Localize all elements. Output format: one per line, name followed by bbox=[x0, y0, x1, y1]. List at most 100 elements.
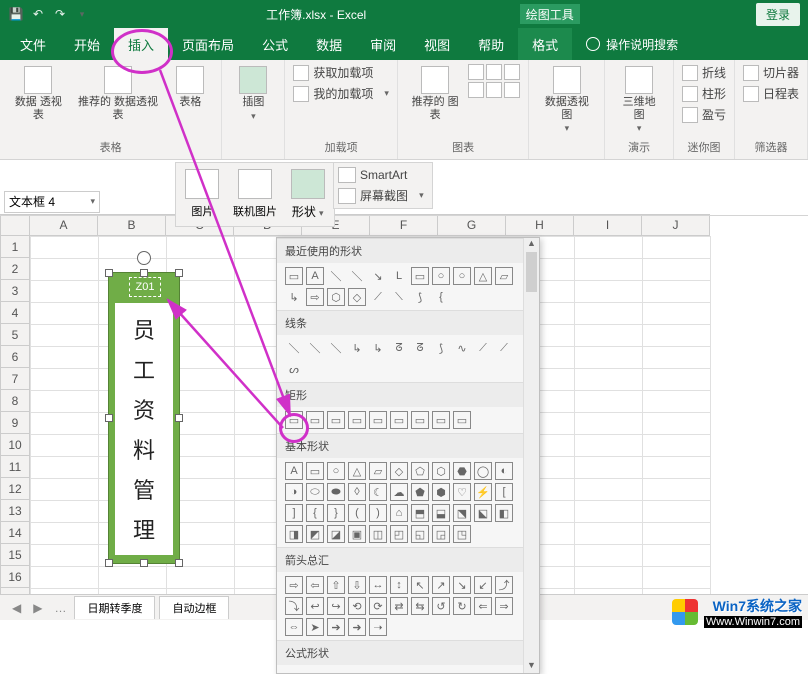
shape-option[interactable]: ↪ bbox=[327, 597, 345, 615]
shape-option[interactable]: ◇ bbox=[390, 462, 408, 480]
shape-option[interactable]: ᔕ bbox=[285, 360, 303, 378]
shape-option[interactable]: { bbox=[432, 288, 450, 306]
picture-button[interactable]: 图片 bbox=[176, 163, 229, 226]
shape-option[interactable]: ➝ bbox=[369, 618, 387, 636]
shape-option[interactable]: { bbox=[306, 504, 324, 522]
shape-option[interactable]: ▭ bbox=[306, 462, 324, 480]
row-header[interactable]: 5 bbox=[0, 324, 30, 346]
name-box[interactable]: 文本框 4▾ bbox=[4, 191, 100, 213]
sheet-tab-1[interactable]: 日期转季度 bbox=[74, 596, 155, 619]
3d-map-button[interactable]: 三维地 图▾ bbox=[613, 64, 665, 136]
shape-option[interactable]: ⚡ bbox=[474, 483, 492, 501]
row-header[interactable]: 16 bbox=[0, 566, 30, 588]
shape-option[interactable]: ➔ bbox=[327, 618, 345, 636]
shape-option[interactable]: ⇄ bbox=[390, 597, 408, 615]
shape-option[interactable]: ◐ bbox=[495, 462, 513, 480]
shape-option[interactable]: ↗ bbox=[432, 576, 450, 594]
shape-option[interactable]: ▣ bbox=[348, 525, 366, 543]
shape-option[interactable]: A bbox=[306, 267, 324, 285]
row-header[interactable]: 4 bbox=[0, 302, 30, 324]
shape-option[interactable]: ↺ bbox=[432, 597, 450, 615]
shape-option[interactable]: ⟋ bbox=[369, 288, 387, 306]
shape-option[interactable]: ⬒ bbox=[411, 504, 429, 522]
resize-handle[interactable] bbox=[175, 559, 183, 567]
screenshot-button[interactable]: 屏幕截图 ▾ bbox=[338, 187, 428, 204]
shape-option[interactable]: ◩ bbox=[306, 525, 324, 543]
tab-layout[interactable]: 页面布局 bbox=[168, 28, 248, 60]
shape-option[interactable]: ⇨ bbox=[306, 288, 324, 306]
shape-option[interactable]: ◫ bbox=[369, 525, 387, 543]
shape-option[interactable]: } bbox=[327, 504, 345, 522]
shape-option[interactable]: ⬔ bbox=[453, 504, 471, 522]
shape-option[interactable]: ⬬ bbox=[327, 483, 345, 501]
shape-option[interactable]: ᘔ bbox=[390, 339, 408, 357]
resize-handle[interactable] bbox=[105, 414, 113, 422]
resize-handle[interactable] bbox=[175, 269, 183, 277]
shape-option[interactable]: ▭ bbox=[369, 411, 387, 429]
chart-icon[interactable] bbox=[504, 82, 520, 98]
shape-option[interactable]: ⤴ bbox=[495, 576, 513, 594]
sheet-nav-prev-icon[interactable]: ◀ bbox=[8, 601, 25, 615]
shape-option[interactable]: ▭ bbox=[306, 411, 324, 429]
my-addins-button[interactable]: 我的加载项 ▾ bbox=[293, 85, 389, 102]
shape-option[interactable]: ▭ bbox=[453, 411, 471, 429]
sheet-nav-next-icon[interactable]: ▶ bbox=[29, 601, 46, 615]
shape-option[interactable]: ◪ bbox=[327, 525, 345, 543]
column-header[interactable]: J bbox=[642, 214, 710, 236]
shape-option[interactable]: ) bbox=[369, 504, 387, 522]
row-header[interactable]: 6 bbox=[0, 346, 30, 368]
shape-option[interactable]: ⟆ bbox=[411, 288, 429, 306]
tab-insert[interactable]: 插入 bbox=[114, 28, 168, 60]
chart-icon[interactable] bbox=[468, 64, 484, 80]
shape-option[interactable]: ▭ bbox=[327, 411, 345, 429]
resize-handle[interactable] bbox=[140, 559, 148, 567]
shape-option[interactable]: ⟋ bbox=[495, 339, 513, 357]
shape-option[interactable]: ⬭ bbox=[306, 483, 324, 501]
shape-option[interactable]: ＼ bbox=[327, 267, 345, 285]
resize-handle[interactable] bbox=[105, 269, 113, 277]
shape-option[interactable]: ○ bbox=[327, 462, 345, 480]
slicer-button[interactable]: 切片器 bbox=[743, 64, 799, 81]
tab-format[interactable]: 格式 bbox=[518, 28, 572, 60]
recommended-charts-button[interactable]: 推荐的 图表 bbox=[406, 64, 464, 123]
tab-formula[interactable]: 公式 bbox=[248, 28, 302, 60]
row-header[interactable]: 7 bbox=[0, 368, 30, 390]
row-header[interactable]: 9 bbox=[0, 412, 30, 434]
online-picture-button[interactable]: 联机图片 bbox=[229, 163, 282, 226]
shape-option[interactable]: ▭ bbox=[285, 267, 303, 285]
shape-option[interactable]: ♡ bbox=[453, 483, 471, 501]
row-header[interactable]: 2 bbox=[0, 258, 30, 280]
sparkline-line-button[interactable]: 折线 bbox=[682, 64, 726, 81]
shape-option[interactable]: ⬣ bbox=[453, 462, 471, 480]
shape-option[interactable]: L bbox=[390, 267, 408, 285]
tell-me-search[interactable]: 操作说明搜索 bbox=[572, 28, 678, 60]
column-header[interactable]: H bbox=[506, 214, 574, 236]
table-button[interactable]: 表格 bbox=[167, 64, 213, 111]
shape-option[interactable]: ▭ bbox=[411, 267, 429, 285]
chart-icon[interactable] bbox=[504, 64, 520, 80]
tab-home[interactable]: 开始 bbox=[60, 28, 114, 60]
shape-option[interactable]: ↻ bbox=[453, 597, 471, 615]
illustrations-button[interactable]: 插图▾ bbox=[230, 64, 276, 124]
shape-option[interactable]: △ bbox=[474, 267, 492, 285]
scroll-down-icon[interactable]: ▼ bbox=[524, 660, 539, 673]
shape-option[interactable]: ↙ bbox=[474, 576, 492, 594]
sparkline-column-button[interactable]: 柱形 bbox=[682, 85, 726, 102]
shape-option[interactable]: ▱ bbox=[495, 267, 513, 285]
shape-option[interactable]: ◊ bbox=[348, 483, 366, 501]
shape-option[interactable]: ＼ bbox=[306, 339, 324, 357]
login-button[interactable]: 登录 bbox=[756, 3, 800, 26]
shape-option[interactable]: ↕ bbox=[390, 576, 408, 594]
shape-option[interactable]: ⬠ bbox=[411, 462, 429, 480]
chart-icon[interactable] bbox=[468, 82, 484, 98]
shape-option[interactable]: ↘ bbox=[369, 267, 387, 285]
shape-option[interactable]: ◇ bbox=[348, 288, 366, 306]
shape-option[interactable]: ▭ bbox=[411, 411, 429, 429]
tab-view[interactable]: 视图 bbox=[410, 28, 464, 60]
smartart-button[interactable]: SmartArt bbox=[338, 167, 428, 183]
column-header[interactable]: I bbox=[574, 214, 642, 236]
shape-option[interactable]: ＼ bbox=[285, 339, 303, 357]
shape-option[interactable]: ➜ bbox=[348, 618, 366, 636]
row-header[interactable]: 12 bbox=[0, 478, 30, 500]
shape-option[interactable]: ⟲ bbox=[348, 597, 366, 615]
